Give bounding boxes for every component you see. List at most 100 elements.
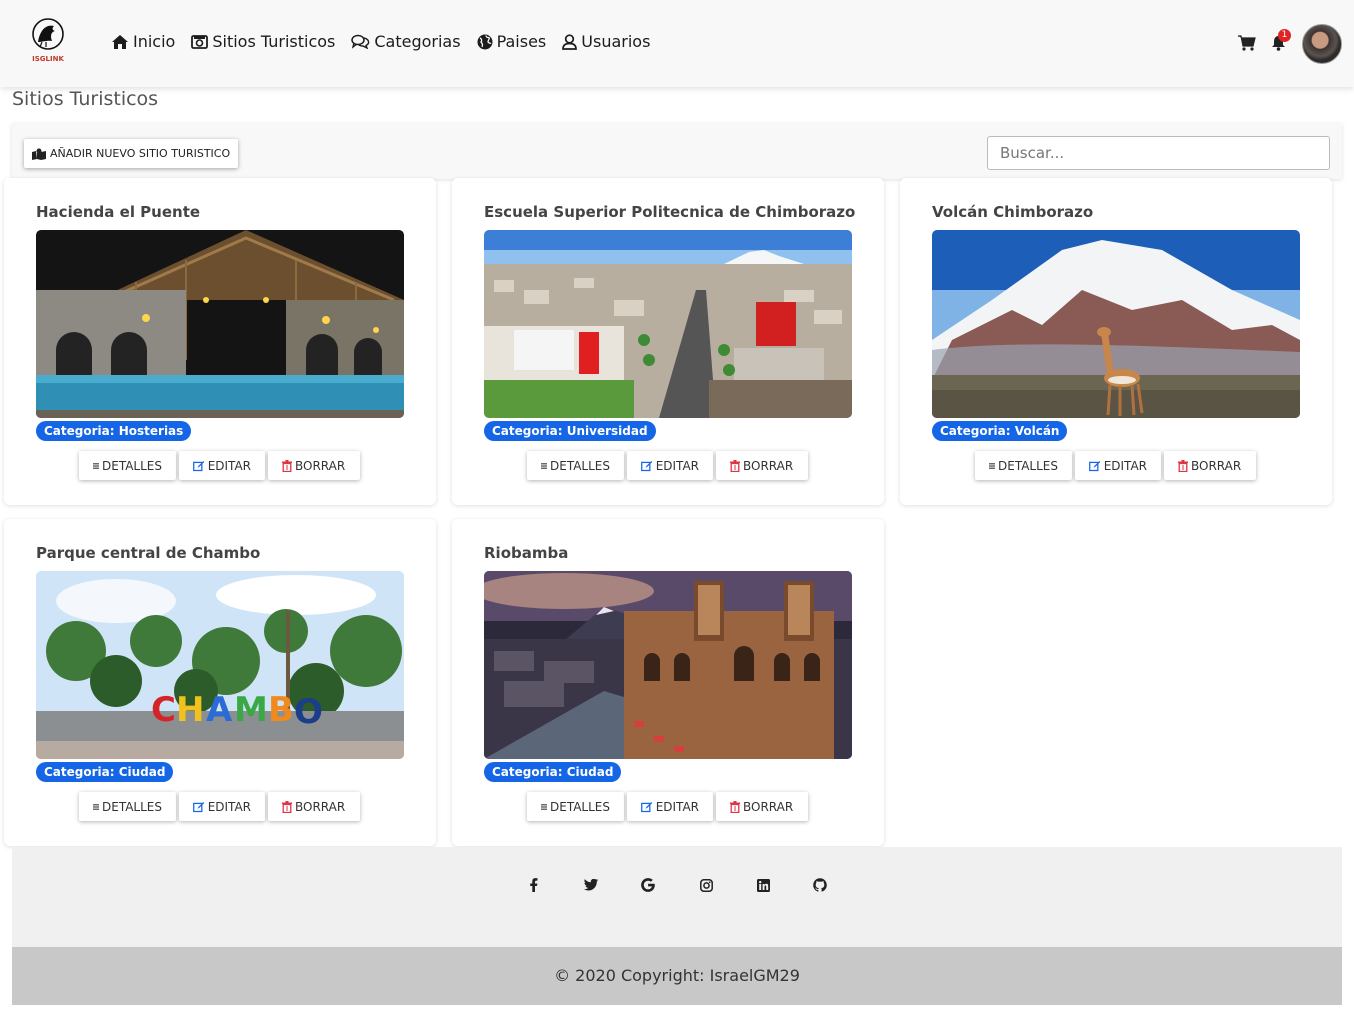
nav-item-label: Inicio bbox=[133, 32, 176, 51]
comments-icon bbox=[351, 34, 370, 49]
add-site-button[interactable]: AÑADIR NUEVO SITIO TURISTICO bbox=[24, 139, 239, 168]
home-icon bbox=[112, 34, 128, 49]
edit-label: EDITAR bbox=[655, 799, 699, 814]
svg-text:M: M bbox=[234, 690, 268, 730]
details-button[interactable]: DETALLES bbox=[975, 451, 1072, 480]
nav-item-label: Sitios Turisticos bbox=[212, 32, 336, 51]
details-label: DETALLES bbox=[102, 799, 162, 814]
details-button[interactable]: DETALLES bbox=[79, 451, 176, 480]
edit-icon bbox=[641, 460, 653, 471]
list-icon bbox=[93, 462, 99, 469]
delete-button[interactable]: BORRAR bbox=[1164, 451, 1256, 480]
site-image: CHAMBO bbox=[36, 571, 404, 759]
edit-button[interactable]: EDITAR bbox=[627, 451, 713, 480]
card-actions: DETALLES EDITAR BORRAR bbox=[527, 792, 808, 821]
site-image bbox=[932, 230, 1300, 418]
category-badge: Categoria: Universidad bbox=[484, 421, 656, 441]
cart-icon[interactable] bbox=[1238, 35, 1256, 51]
nav-item-label: Categorias bbox=[374, 32, 461, 51]
edit-icon bbox=[193, 460, 205, 471]
nav-item-categorias[interactable]: Categorias bbox=[351, 32, 461, 51]
edit-button[interactable]: EDITAR bbox=[179, 451, 265, 480]
svg-text:A: A bbox=[206, 690, 233, 730]
card-actions: DETALLES EDITAR BORRAR bbox=[79, 451, 360, 480]
brand-logo[interactable]: ISGLINK bbox=[28, 16, 68, 64]
trash-icon bbox=[730, 459, 740, 472]
linkedin-icon[interactable] bbox=[755, 877, 771, 893]
edit-label: EDITAR bbox=[655, 458, 699, 473]
page-title: Sitios Turisticos bbox=[12, 88, 159, 110]
site-image bbox=[36, 230, 404, 418]
nav-item-paises[interactable]: Paises bbox=[477, 32, 547, 51]
site-card: Volcán Chimborazo Categoria: Volcán DETA… bbox=[900, 178, 1332, 505]
details-button[interactable]: DETALLES bbox=[527, 792, 624, 821]
facebook-icon[interactable] bbox=[525, 877, 541, 893]
twitter-icon[interactable] bbox=[583, 877, 599, 893]
details-label: DETALLES bbox=[102, 458, 162, 473]
card-actions: DETALLES EDITAR BORRAR bbox=[975, 451, 1256, 480]
category-badge: Categoria: Volcán bbox=[932, 421, 1068, 441]
user-icon bbox=[562, 33, 578, 50]
edit-button[interactable]: EDITAR bbox=[627, 792, 713, 821]
delete-label: BORRAR bbox=[1191, 458, 1242, 473]
details-label: DETALLES bbox=[550, 458, 610, 473]
nav-item-usuarios[interactable]: Usuarios bbox=[562, 32, 650, 51]
svg-text:B: B bbox=[268, 690, 294, 730]
site-image bbox=[484, 230, 852, 418]
category-badge: Categoria: Ciudad bbox=[484, 762, 622, 782]
trash-icon bbox=[730, 800, 740, 813]
category-badge: Categoria: Ciudad bbox=[36, 762, 174, 782]
trash-icon bbox=[282, 459, 292, 472]
site-title: Parque central de Chambo bbox=[36, 544, 261, 562]
delete-label: BORRAR bbox=[295, 458, 346, 473]
card-actions: DETALLES EDITAR BORRAR bbox=[527, 451, 808, 480]
details-label: DETALLES bbox=[998, 458, 1058, 473]
nav-item-sitios[interactable]: Sitios Turisticos bbox=[191, 32, 335, 51]
trash-icon bbox=[282, 800, 292, 813]
details-label: DETALLES bbox=[550, 799, 610, 814]
nav-item-inicio[interactable]: Inicio bbox=[111, 32, 175, 51]
nav-item-label: Usuarios bbox=[581, 32, 651, 51]
details-button[interactable]: DETALLES bbox=[79, 792, 176, 821]
footer bbox=[12, 847, 1342, 947]
site-card: Riobamba Categoria: Ciudad DETALLES EDIT bbox=[452, 519, 884, 846]
notification-badge: 1 bbox=[1278, 29, 1291, 42]
map-marked-icon bbox=[32, 148, 46, 160]
edit-label: EDITAR bbox=[207, 799, 251, 814]
github-icon[interactable] bbox=[812, 877, 828, 893]
site-card: Hacienda el Puente Categoria: Hosterias … bbox=[4, 178, 436, 505]
delete-button[interactable]: BORRAR bbox=[716, 451, 808, 480]
trash-icon bbox=[1178, 459, 1188, 472]
search-input[interactable] bbox=[987, 136, 1330, 170]
delete-button[interactable]: BORRAR bbox=[268, 792, 360, 821]
svg-text:C: C bbox=[151, 690, 176, 730]
site-title: Volcán Chimborazo bbox=[932, 203, 1094, 221]
delete-button[interactable]: BORRAR bbox=[716, 792, 808, 821]
site-title: Riobamba bbox=[484, 544, 569, 562]
category-badge: Categoria: Hosterias bbox=[36, 421, 192, 441]
edit-icon bbox=[641, 801, 653, 812]
edit-button[interactable]: EDITAR bbox=[179, 792, 265, 821]
nav-item-label: Paises bbox=[496, 32, 547, 51]
svg-text:O: O bbox=[294, 692, 323, 732]
copyright-text: © 2020 Copyright: IsraelGM29 bbox=[12, 947, 1342, 1005]
globe-icon bbox=[477, 34, 493, 49]
delete-label: BORRAR bbox=[743, 458, 794, 473]
svg-text:H: H bbox=[176, 690, 204, 730]
avatar[interactable] bbox=[1302, 24, 1342, 64]
site-title: Hacienda el Puente bbox=[36, 203, 201, 221]
edit-icon bbox=[1089, 460, 1101, 471]
site-card: Parque central de Chambo CHAMBO Categori… bbox=[4, 519, 436, 846]
google-icon[interactable] bbox=[640, 877, 656, 893]
details-button[interactable]: DETALLES bbox=[527, 451, 624, 480]
svg-text:ISGLINK: ISGLINK bbox=[32, 55, 64, 63]
main-nav: Inicio Sitios Turisticos Categorias Pais… bbox=[111, 32, 666, 51]
camera-icon bbox=[191, 35, 209, 49]
instagram-icon[interactable] bbox=[698, 877, 714, 893]
add-site-label: AÑADIR NUEVO SITIO TURISTICO bbox=[50, 147, 231, 160]
top-navbar: ISGLINK Inicio Sitios Turisticos Categor… bbox=[0, 0, 1354, 87]
delete-label: BORRAR bbox=[295, 799, 346, 814]
delete-button[interactable]: BORRAR bbox=[268, 451, 360, 480]
edit-label: EDITAR bbox=[1103, 458, 1147, 473]
edit-button[interactable]: EDITAR bbox=[1075, 451, 1161, 480]
